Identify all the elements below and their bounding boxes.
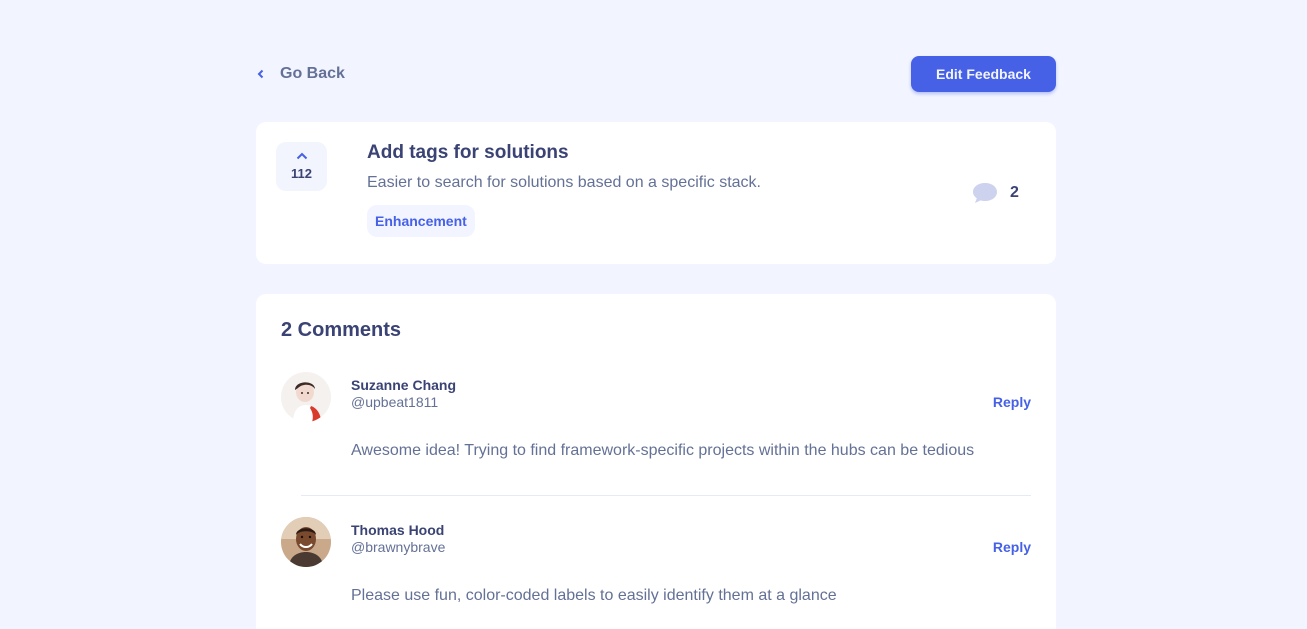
go-back-label: Go Back [280, 65, 345, 82]
comment-item: Suzanne Chang @upbeat1811 Reply Awesome … [281, 372, 1031, 482]
category-tag[interactable]: Enhancement [367, 205, 475, 237]
chevron-left-icon [256, 69, 266, 79]
feedback-description: Easier to search for solutions based on … [367, 174, 761, 191]
feedback-card: 112 Add tags for solutions Easier to sea… [256, 122, 1056, 264]
upvote-button[interactable]: 112 [276, 142, 327, 191]
feedback-title: Add tags for solutions [367, 142, 569, 163]
avatar [281, 372, 331, 422]
reply-button[interactable]: Reply [993, 539, 1031, 555]
chevron-up-icon [296, 152, 307, 160]
commenter-name: Suzanne Chang [351, 377, 457, 393]
comments-heading: 2 Comments [281, 319, 402, 341]
commenter-name: Thomas Hood [351, 522, 445, 538]
avatar [281, 517, 331, 567]
feedback-detail-page: Go Back Edit Feedback 112 Add tags for s… [0, 0, 1307, 629]
commenter-handle: @brawnybrave [351, 539, 446, 555]
commenter-handle: @upbeat1811 [351, 394, 439, 410]
reply-button[interactable]: Reply [993, 394, 1031, 410]
comment-text: Please use fun, color-coded labels to ea… [351, 587, 837, 604]
comment-item: Thomas Hood @brawnybrave Reply Please us… [281, 517, 1031, 627]
comments-card: 2 Comments Suzanne Chang @upbeat1811 Rep… [256, 294, 1056, 629]
comment-text: Awesome idea! Trying to find framework-s… [351, 442, 975, 459]
go-back-link[interactable]: Go Back [256, 62, 345, 86]
comment-divider [301, 495, 1031, 496]
edit-feedback-button[interactable]: Edit Feedback [911, 56, 1056, 92]
comment-bubble-icon [973, 183, 997, 203]
comment-count: 2 [972, 182, 1019, 204]
comment-count-number: 2 [1010, 184, 1019, 201]
upvote-count: 112 [291, 166, 312, 181]
